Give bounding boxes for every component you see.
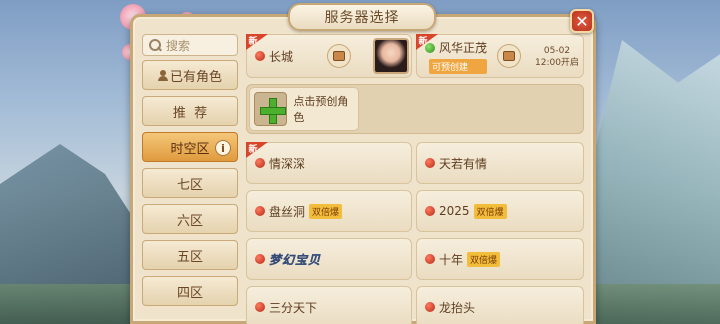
plus-icon [254,92,288,126]
open-clock: 12:00开启 [535,58,579,68]
status-dot [255,158,265,168]
sidebar-item-zone-7[interactable]: 七区 [142,168,238,198]
new-badge: 新 [246,34,268,50]
server-card-fenghua[interactable]: 新 风华正茂 可预创建 05-02 12:00开启 [416,34,584,78]
sidebar-item-recommended[interactable]: 推 荐 [142,96,238,126]
precreate-label: 点击预创角色 [293,95,349,124]
sidebar-item-zone-4[interactable]: 四区 [142,276,238,306]
search-input[interactable]: 搜索 [142,34,238,56]
sidebar-item-space-time[interactable]: 时空区 i [142,132,238,162]
server-card[interactable]: 2025 双倍爆 [416,190,584,232]
background-cliff-right [580,40,720,324]
server-name: 十年 [439,252,464,267]
server-name: 三分天下 [269,300,318,315]
double-drop-tag: 双倍爆 [473,203,507,219]
search-placeholder: 搜索 [166,38,191,53]
double-drop-tag: 双倍爆 [309,203,343,219]
open-time: 05-02 12:00开启 [535,45,579,69]
sidebar-item-zone-5[interactable]: 五区 [142,240,238,270]
precreate-area: 点击预创角色 [246,84,584,134]
server-info: 风华正茂 可预创建 [425,39,488,74]
status-dot [255,302,265,312]
status-dot [255,254,265,264]
sidebar: 搜索 已有角色 推 荐 时空区 i 七区 六区 五区 四区 [142,34,238,312]
status-dot [425,42,435,53]
server-name: 长城 [269,49,294,64]
status-dot [425,158,435,168]
sidebar-item-label: 已有角色 [169,69,222,85]
search-icon [149,39,161,51]
server-card[interactable]: 龙抬头 [416,286,584,324]
precreate-badge: 可预创建 [429,59,488,74]
status-dot [425,254,435,264]
sidebar-item-zone-6[interactable]: 六区 [142,204,238,234]
gift-icon[interactable] [327,44,351,68]
server-card[interactable]: 梦幻宝贝 [246,238,412,280]
panel-title: 服务器选择 [288,3,436,31]
gift-icon[interactable] [497,44,521,68]
close-icon[interactable]: ✕ [570,9,594,33]
server-card[interactable]: 新 情深深 [246,142,412,184]
sidebar-item-label: 七区 [176,177,203,193]
info-icon[interactable]: i [215,140,231,156]
server-name: 龙抬头 [439,300,476,315]
sidebar-item-label: 四区 [176,285,203,301]
server-name: 天若有情 [439,156,488,171]
server-card[interactable]: 盘丝洞 双倍爆 [246,190,412,232]
sidebar-item-label: 推 荐 [172,105,208,121]
server-list: 新 长城 新 风华正茂 可预创建 05-02 12:00开启 点击预创角色 新 [246,34,584,324]
status-dot [255,51,265,61]
server-card[interactable]: 十年 双倍爆 [416,238,584,280]
server-card[interactable]: 天若有情 [416,142,584,184]
new-badge: 新 [246,142,268,158]
server-name: 风华正茂 [439,41,488,55]
person-icon [157,69,168,81]
server-logo: 梦幻宝贝 [269,252,322,267]
sidebar-item-my-roles[interactable]: 已有角色 [142,60,238,90]
server-title-row: 风华正茂 [425,39,487,56]
sidebar-item-label: 时空区 [170,141,210,157]
server-name: 2025 [439,204,470,218]
double-drop-tag: 双倍爆 [467,251,501,267]
sidebar-item-label: 六区 [176,213,203,229]
avatar [373,38,409,74]
server-card[interactable]: 三分天下 [246,286,412,324]
server-name: 情深深 [269,156,306,171]
status-dot [255,206,265,216]
status-dot [425,206,435,216]
open-date: 05-02 [543,46,571,56]
server-name: 盘丝洞 [269,204,306,219]
status-dot [425,302,435,312]
server-card-great-wall[interactable]: 新 长城 [246,34,412,78]
sidebar-item-label: 五区 [176,249,203,265]
precreate-button[interactable]: 点击预创角色 [249,87,359,131]
